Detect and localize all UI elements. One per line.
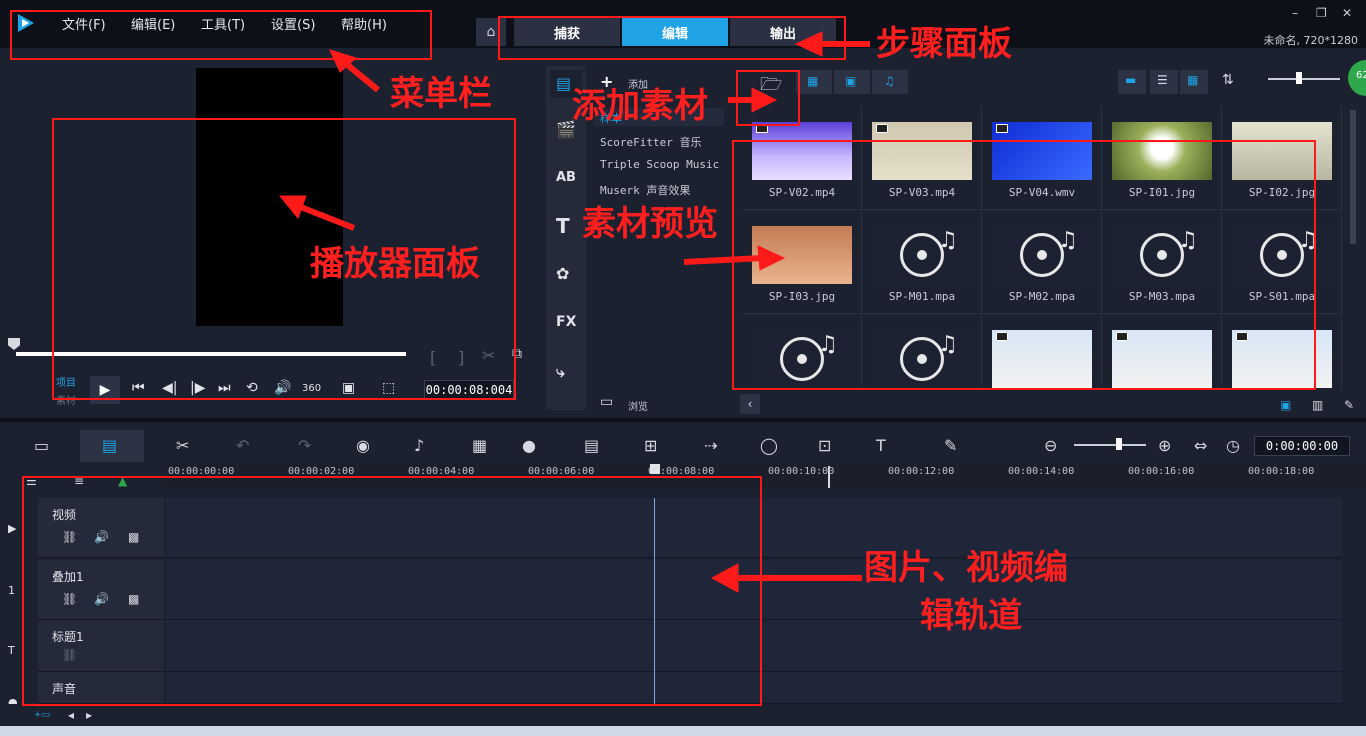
annotation-menubar: 菜单栏 — [390, 74, 492, 114]
annotation-steps: 步骤面板 — [876, 24, 1012, 64]
annotation-tracks-line2: 辑轨道 — [920, 596, 1022, 636]
annotation-player: 播放器面板 — [310, 244, 480, 284]
annotation-add-media: 添加素材 — [572, 86, 708, 126]
annotation-tracks-line1: 图片、视频编 — [864, 548, 1068, 588]
annotation-preview: 素材预览 — [582, 204, 718, 244]
